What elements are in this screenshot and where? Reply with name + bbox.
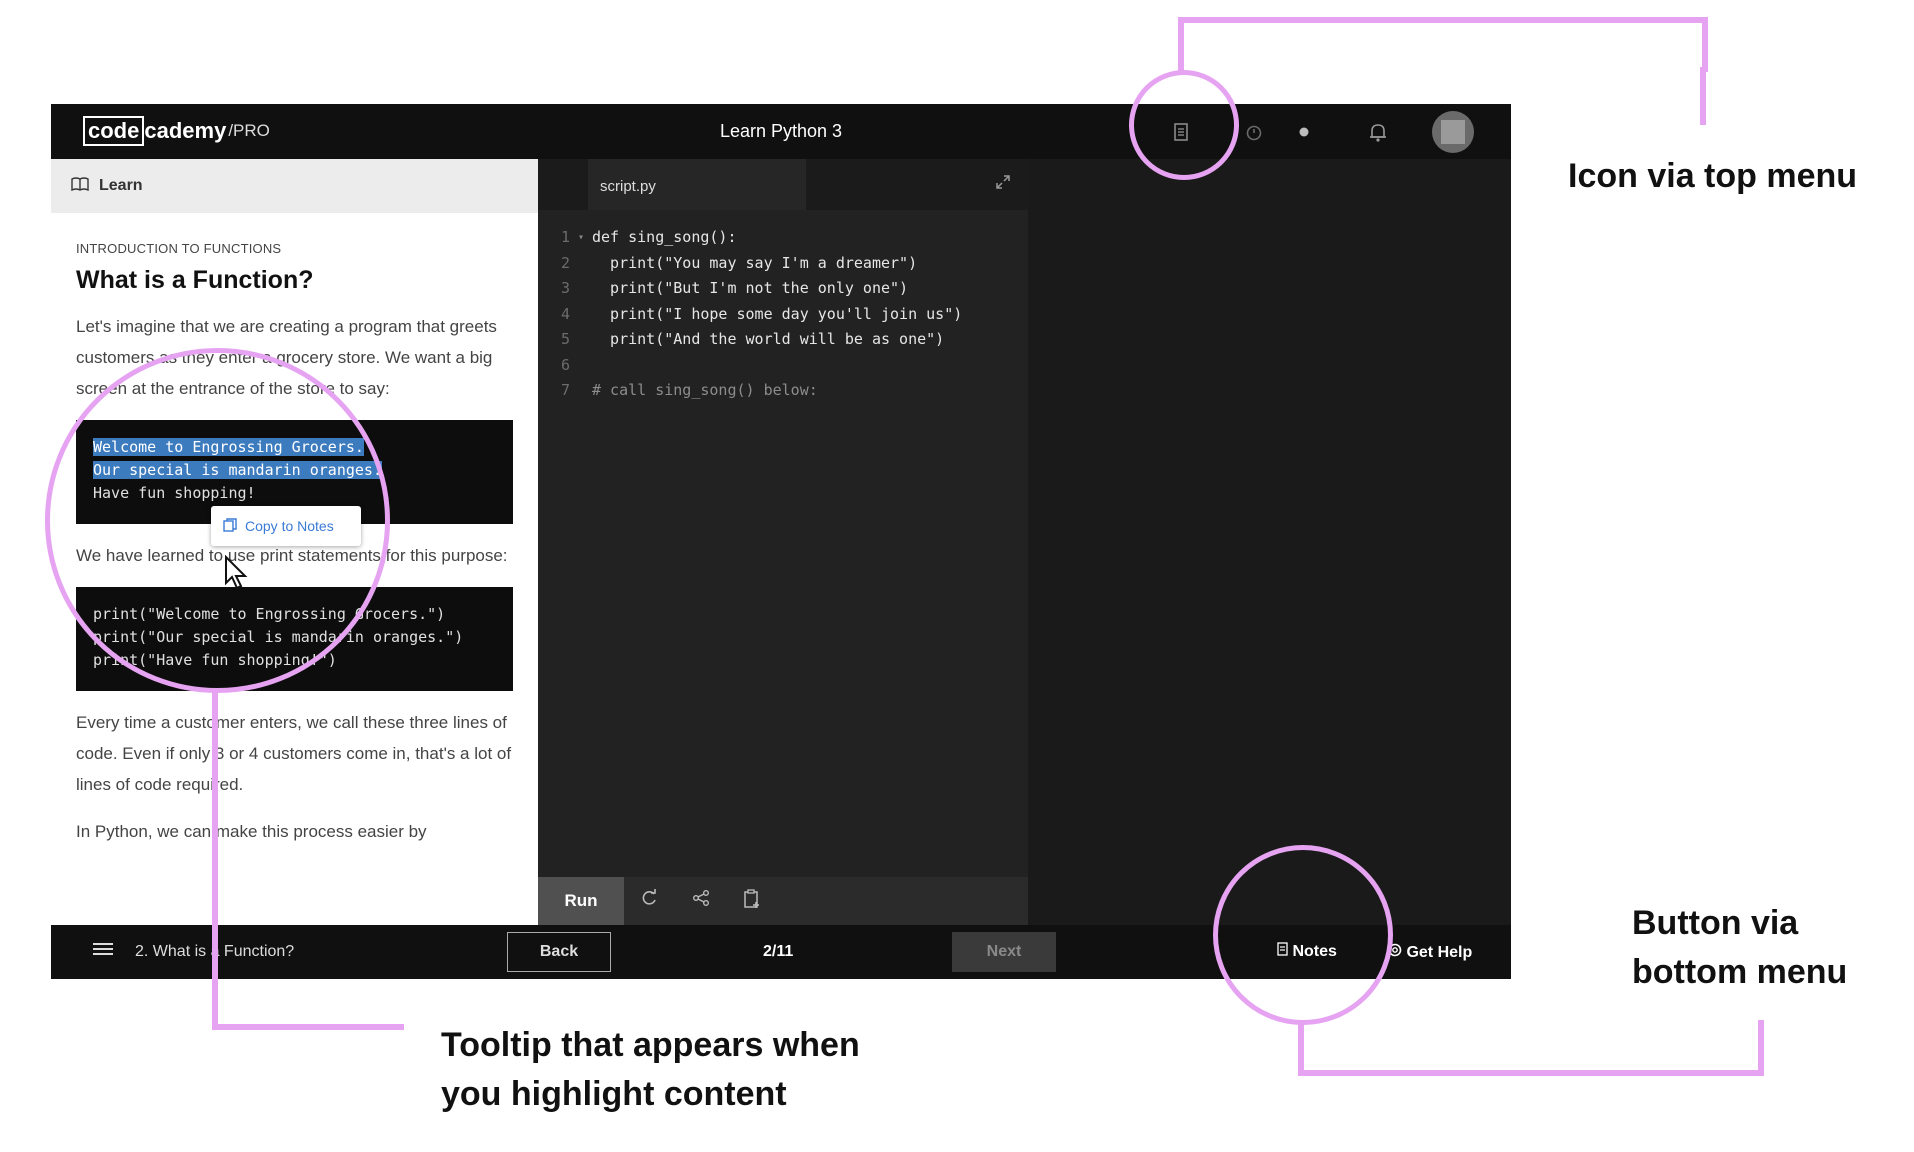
get-help-button[interactable]: Get Help (1388, 943, 1472, 962)
lesson-title: What is a Function? (76, 266, 314, 294)
lesson-progress: 2/11 (763, 943, 794, 960)
annotation-connector-top (1700, 67, 1706, 125)
run-button[interactable]: Run (538, 877, 624, 925)
output-panel (1028, 159, 1511, 925)
code-editor: script.py 1 ▾ def sing_song(): 2 print("Yo… (538, 159, 1028, 925)
annotation-bracket-top (1178, 17, 1708, 72)
annotation-bracket-notes (1298, 1020, 1764, 1076)
annotation-bracket-tooltip (212, 690, 404, 1030)
timer-icon[interactable] (1241, 119, 1267, 145)
annotation-bottom-label-2: bottom menu (1632, 953, 1848, 991)
run-bar: Run (538, 877, 1028, 925)
code-line: 6 (560, 355, 570, 374)
get-help-label: Get Help (1406, 944, 1473, 961)
code-line: 3 print("But I'm not the only one") (560, 279, 909, 297)
annotation-circle-top (1129, 70, 1239, 180)
top-bar: code cademy /PRO Learn Python 3 (51, 104, 1511, 159)
hamburger-menu-icon[interactable] (93, 940, 113, 963)
back-button[interactable]: Back (507, 932, 611, 972)
code-line: 1 ▾ def sing_song(): (560, 228, 737, 246)
status-dot-icon[interactable] (1291, 119, 1317, 145)
tab-script-py[interactable]: script.py (588, 159, 806, 210)
code-line: 2 print("You may say I'm a dreamer") (560, 253, 918, 272)
annotation-tooltip-label-1: Tooltip that appears when (441, 1026, 860, 1064)
book-icon (71, 176, 89, 196)
user-avatar[interactable] (1432, 111, 1474, 153)
annotation-tooltip-label-2: you highlight content (441, 1075, 787, 1113)
annotation-bottom-label-1: Button via (1632, 904, 1799, 942)
refresh-icon[interactable] (640, 889, 658, 912)
clipboard-add-icon[interactable] (743, 889, 761, 914)
next-button[interactable]: Next (952, 932, 1056, 972)
annotation-circle-tooltip (45, 348, 390, 693)
code-line: 4 print("I hope some day you'll join us"… (560, 304, 963, 323)
annotation-circle-notes (1213, 845, 1393, 1025)
lesson-kicker: INTRODUCTION TO FUNCTIONS (76, 241, 282, 256)
editor-tab-strip: script.py (538, 159, 1028, 210)
share-icon[interactable] (692, 889, 710, 912)
annotation-top-label: Icon via top menu (1568, 157, 1858, 195)
code-line: 7 # call sing_song() below: (560, 381, 818, 399)
expand-icon[interactable] (996, 175, 1010, 193)
code-lines[interactable]: 1 ▾ def sing_song(): 2 print("You may say … (538, 225, 1028, 404)
learn-label: Learn (99, 177, 143, 194)
bell-icon[interactable] (1365, 119, 1391, 145)
code-line: 5 print("And the world will be as one") (560, 330, 945, 348)
learn-header[interactable]: Learn (51, 159, 538, 213)
